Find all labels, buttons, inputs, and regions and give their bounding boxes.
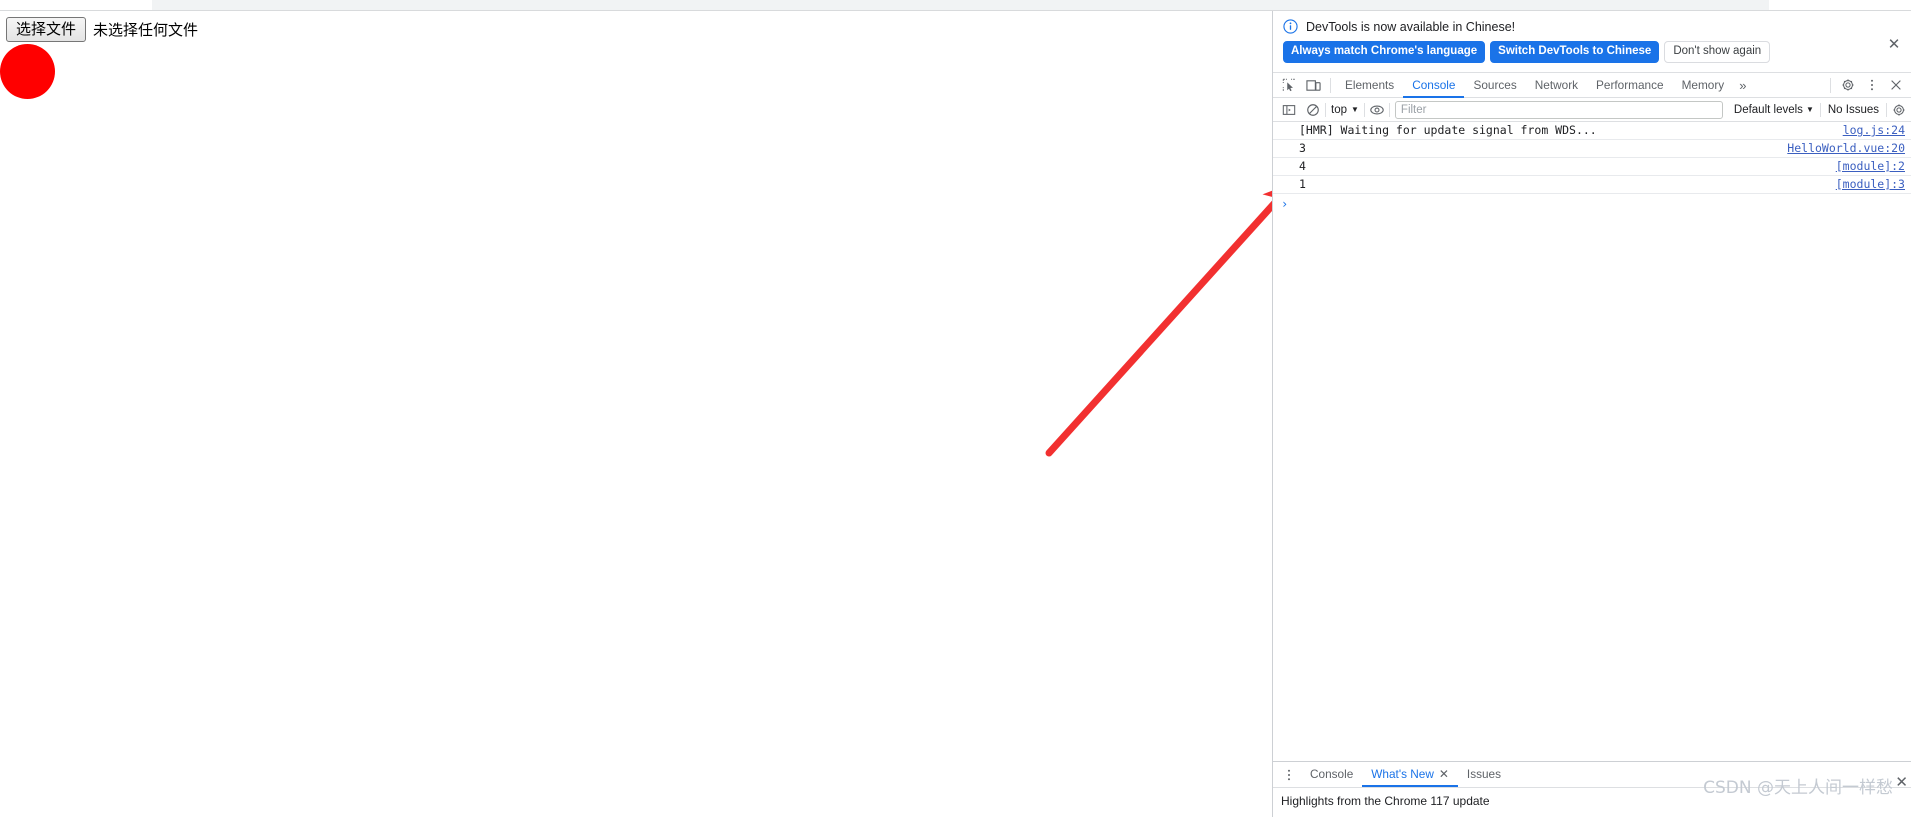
devtools-tab-bar: Elements Console Sources Network Perform… <box>1273 72 1911 98</box>
info-icon <box>1283 19 1298 34</box>
drawer-tab-label: What's New <box>1371 767 1434 781</box>
screen: 选择文件 未选择任何文件 DevTools is now available i… <box>0 0 1911 817</box>
drawer-tab-whats-new[interactable]: What's New ✕ <box>1362 762 1458 787</box>
gear-icon[interactable] <box>1887 98 1911 122</box>
console-message-text: 1 <box>1299 177 1306 191</box>
chevron-down-icon: ▼ <box>1805 105 1814 114</box>
console-message-source[interactable]: [module]:2 <box>1836 159 1905 173</box>
inspect-element-icon[interactable] <box>1277 73 1301 97</box>
context-value: top <box>1331 103 1347 116</box>
console-toolbar: top ▼ Default levels ▼ No Issues <box>1273 98 1911 122</box>
whats-new-content: Highlights from the Chrome 117 update <box>1273 788 1911 808</box>
console-message-list[interactable]: [HMR] Waiting for update signal from WDS… <box>1273 122 1911 768</box>
console-message-row[interactable]: 3 HelloWorld.vue:20 <box>1273 140 1911 158</box>
devtools-drawer: Console What's New ✕ Issues Highlights f… <box>1273 761 1911 817</box>
chevron-down-icon: ▼ <box>1351 105 1359 114</box>
console-message-text: 4 <box>1299 159 1306 173</box>
tab-performance[interactable]: Performance <box>1587 73 1673 98</box>
drawer-tab-console[interactable]: Console <box>1301 762 1362 787</box>
top-strip-right-gap <box>1769 0 1911 10</box>
always-match-chrome-language-button[interactable]: Always match Chrome's language <box>1283 41 1486 63</box>
tab-console[interactable]: Console <box>1403 73 1464 98</box>
devtools-panel: DevTools is now available in Chinese! Al… <box>1272 11 1911 817</box>
tab-sources[interactable]: Sources <box>1464 73 1525 98</box>
file-input-row: 选择文件 未选择任何文件 <box>6 17 198 42</box>
close-icon[interactable]: ✕ <box>1439 762 1449 787</box>
choose-file-button[interactable]: 选择文件 <box>6 17 87 42</box>
drawer-tab-label: Console <box>1310 767 1354 781</box>
console-message-source[interactable]: [module]:3 <box>1836 177 1905 191</box>
console-message-row[interactable]: 1 [module]:3 <box>1273 176 1911 194</box>
issues-counter[interactable]: No Issues <box>1821 104 1886 116</box>
tabbar-divider-right <box>1830 77 1831 93</box>
gear-icon[interactable] <box>1836 73 1860 97</box>
console-message-source[interactable]: log.js:24 <box>1843 123 1905 137</box>
device-toolbar-icon[interactable] <box>1301 73 1325 97</box>
tab-network[interactable]: Network <box>1526 73 1587 98</box>
browser-top-strip <box>0 0 1911 12</box>
watermark-close-icon[interactable]: ✕ <box>1895 773 1908 791</box>
devtools-tabbar-actions <box>1825 73 1911 97</box>
switch-devtools-to-chinese-button[interactable]: Switch DevTools to Chinese <box>1490 41 1660 63</box>
close-icon[interactable]: ✕ <box>1883 33 1905 55</box>
console-message-source[interactable]: HelloWorld.vue:20 <box>1787 141 1905 155</box>
drawer-tab-bar: Console What's New ✕ Issues <box>1273 762 1911 788</box>
more-tabs-icon[interactable]: » <box>1733 78 1752 93</box>
console-filter-input[interactable] <box>1394 100 1723 119</box>
tabbar-divider <box>1330 77 1331 93</box>
drawer-tab-label: Issues <box>1466 767 1502 781</box>
file-input-status: 未选择任何文件 <box>93 21 199 39</box>
javascript-context-select[interactable]: top ▼ <box>1326 104 1364 116</box>
log-levels-select[interactable]: Default levels ▼ <box>1728 104 1820 116</box>
more-vertical-icon[interactable] <box>1277 763 1301 787</box>
prompt-chevron-icon: › <box>1281 196 1289 211</box>
console-message-row[interactable]: 4 [module]:2 <box>1273 158 1911 176</box>
console-message-text: [HMR] Waiting for update signal from WDS… <box>1299 123 1597 137</box>
live-expression-icon[interactable] <box>1365 98 1389 122</box>
console-message-row[interactable]: [HMR] Waiting for update signal from WDS… <box>1273 122 1911 140</box>
whats-new-heading: Highlights from the Chrome 117 update <box>1281 794 1490 808</box>
language-notice-message-row: DevTools is now available in Chinese! <box>1283 19 1901 34</box>
tab-elements[interactable]: Elements <box>1336 73 1403 98</box>
tab-memory[interactable]: Memory <box>1673 73 1734 98</box>
page-viewport: 选择文件 未选择任何文件 <box>0 11 1272 817</box>
console-sidebar-icon[interactable] <box>1277 98 1301 122</box>
console-toolbar-divider-3 <box>1388 102 1390 117</box>
console-prompt[interactable]: › <box>1273 194 1911 213</box>
language-notice-banner: DevTools is now available in Chinese! Al… <box>1273 11 1911 72</box>
language-notice-buttons: Always match Chrome's language Switch De… <box>1283 41 1901 63</box>
close-devtools-icon[interactable] <box>1884 73 1908 97</box>
top-strip-left-gap <box>0 0 152 10</box>
red-circle-shape <box>0 44 55 99</box>
log-levels-value: Default levels <box>1733 103 1803 116</box>
clear-console-icon[interactable] <box>1301 98 1325 122</box>
drawer-tab-issues[interactable]: Issues <box>1458 762 1510 787</box>
console-message-text: 3 <box>1299 141 1306 155</box>
more-vertical-icon[interactable] <box>1860 73 1884 97</box>
dont-show-again-button[interactable]: Don't show again <box>1664 41 1771 63</box>
language-notice-text: DevTools is now available in Chinese! <box>1306 19 1516 34</box>
